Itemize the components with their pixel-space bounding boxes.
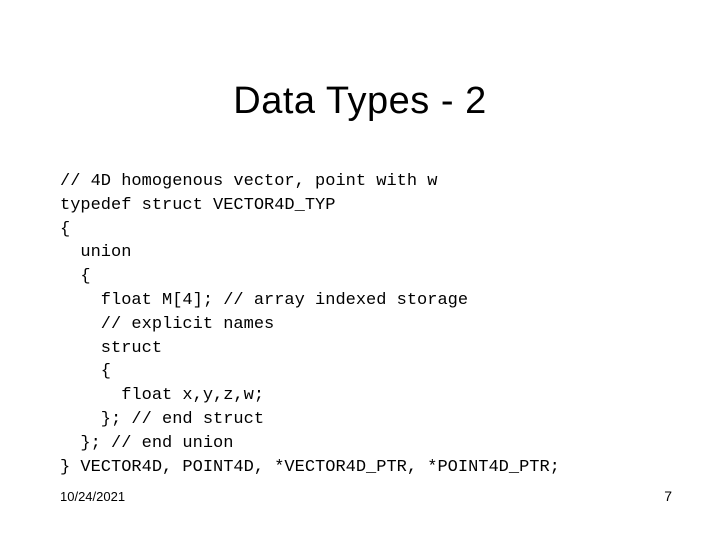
code-line: struct	[60, 339, 162, 358]
slide-title: Data Types - 2	[0, 80, 720, 123]
code-line: }; // end union	[60, 434, 233, 453]
code-line: union	[60, 243, 131, 262]
code-line: // explicit names	[60, 315, 274, 334]
code-line: } VECTOR4D, POINT4D, *VECTOR4D_PTR, *POI…	[60, 458, 560, 477]
code-line: {	[60, 267, 91, 286]
slide: Data Types - 2 // 4D homogenous vector, …	[0, 0, 720, 540]
code-line: }; // end struct	[60, 410, 264, 429]
code-line: // 4D homogenous vector, point with w	[60, 172, 437, 191]
code-line: typedef struct VECTOR4D_TYP	[60, 196, 335, 215]
footer-page-number: 7	[664, 488, 672, 504]
code-line: {	[60, 220, 70, 239]
code-line: float M[4]; // array indexed storage	[60, 291, 468, 310]
code-block: // 4D homogenous vector, point with w ty…	[60, 170, 670, 479]
code-line: float x,y,z,w;	[60, 386, 264, 405]
code-line: {	[60, 362, 111, 381]
footer-date: 10/24/2021	[60, 489, 125, 504]
